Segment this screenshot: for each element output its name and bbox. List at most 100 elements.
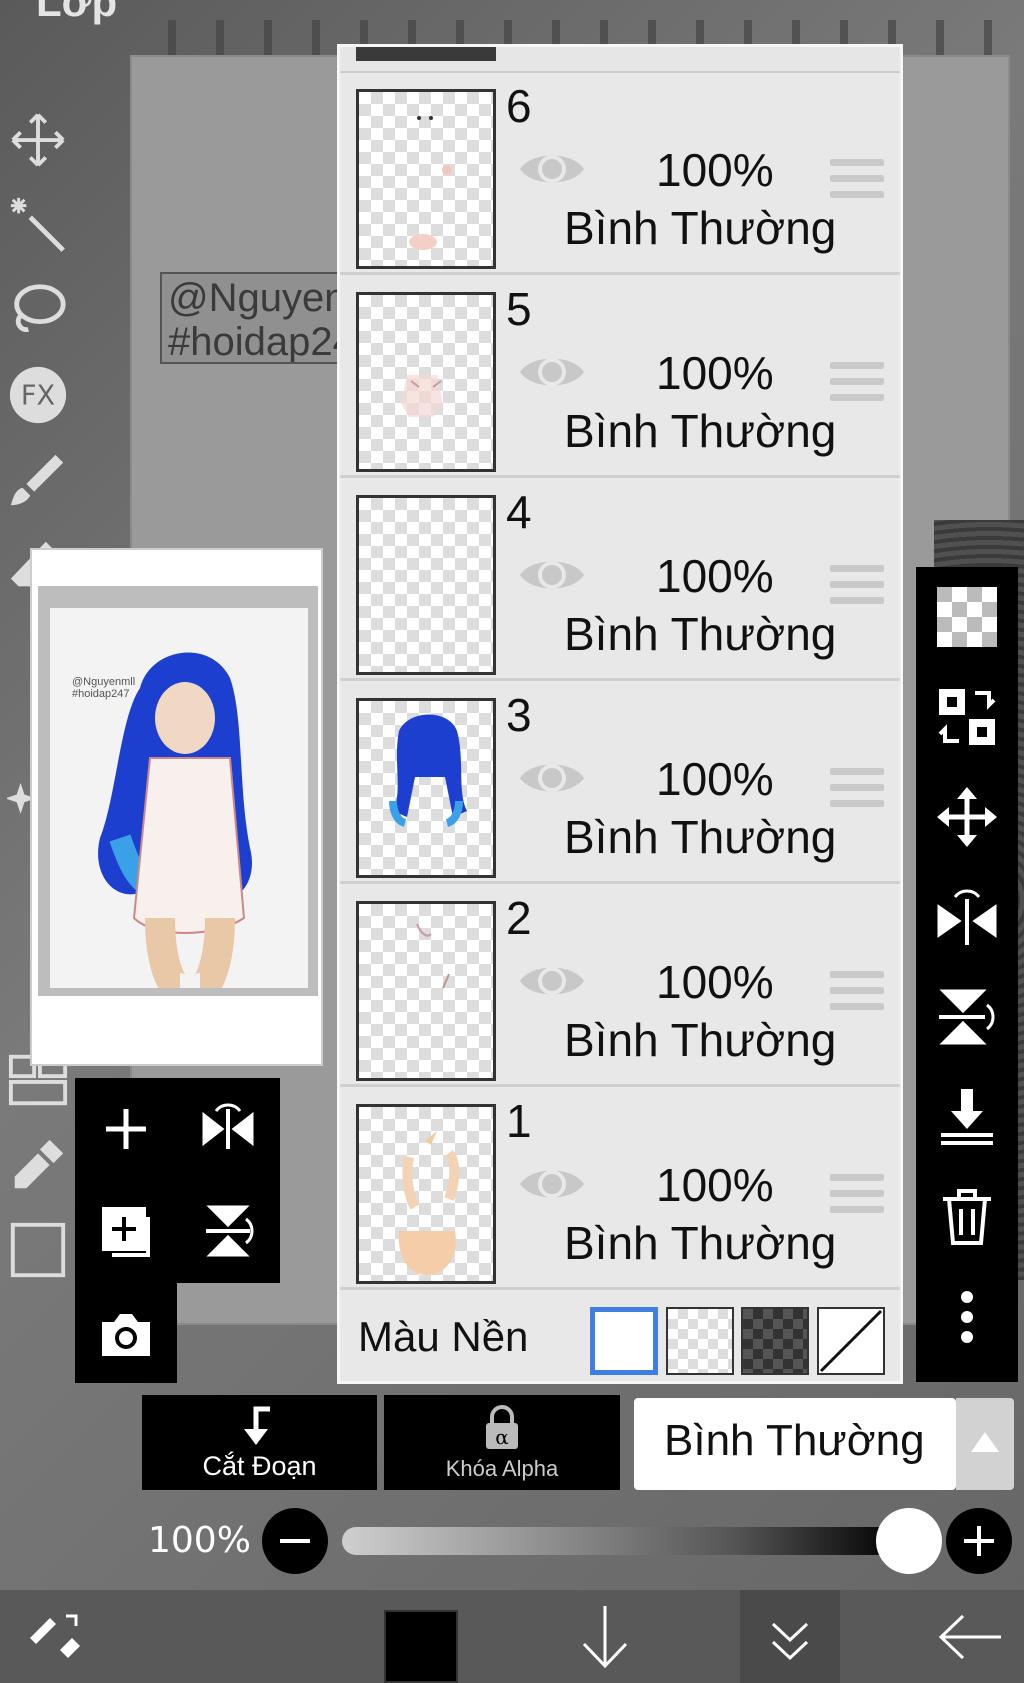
brush-icon[interactable] [0,440,75,520]
layer-thumbnail[interactable] [356,901,496,1081]
layer-thumbnail[interactable] [356,89,496,269]
move-layer-icon[interactable] [916,767,1018,867]
camera-icon[interactable] [75,1283,177,1385]
preview-frame: @Nguyenmll #hoidap247 [38,586,318,1003]
layer-blend-mode: Bình Thường [564,202,837,254]
fx-icon[interactable]: FX [0,355,75,435]
flip-vertical-icon[interactable] [177,1180,279,1282]
layer-number: 2 [506,892,532,944]
opacity-value-label: 100% [148,1520,251,1561]
watermark-line-1: @Nguyenn [168,276,360,320]
layer-row[interactable]: 1 100% Bình Thường [340,1090,900,1290]
layer-blend-mode: Bình Thường [564,1014,837,1066]
layer-list-top-edge [340,47,900,73]
canvas-watermark: @Nguyenn #hoidap24 [160,272,360,364]
layer-row[interactable]: 5 100% Bình Thường [340,278,900,478]
clip-arrow-icon [243,1406,270,1445]
opacity-decrease-button[interactable] [262,1508,328,1574]
drag-handle-icon[interactable] [830,768,884,810]
right-layer-toolbar [916,567,1018,1382]
drag-handle-icon[interactable] [830,362,884,404]
svg-text:FX: FX [20,381,54,412]
layer-opacity: 100% [656,144,774,196]
drag-handle-icon[interactable] [830,971,884,1013]
add-layer-icon[interactable] [75,1078,177,1180]
clipping-button[interactable]: Cắt Đoạn [142,1395,377,1490]
flip-layer-horizontal-icon[interactable] [916,867,1018,967]
background-checker-swatch[interactable] [666,1307,734,1375]
watermark-line-2: #hoidap24 [168,320,355,364]
layer-thumbnail[interactable] [356,495,496,675]
collapse-icon[interactable] [740,1590,840,1683]
visibility-eye-icon[interactable] [516,752,588,804]
flip-layer-vertical-icon[interactable] [916,967,1018,1067]
blend-mode-select[interactable]: Bình Thường [634,1398,956,1490]
move-tool-icon[interactable] [0,100,75,180]
layer-blend-mode: Bình Thường [564,608,837,660]
layer-thumbnail[interactable] [356,698,496,878]
drag-handle-icon[interactable] [830,159,884,201]
layer-row[interactable]: 2 100% Bình Thường [340,887,900,1087]
layer-thumbnail[interactable] [356,292,496,472]
preview-character [98,652,252,1003]
background-color-label: Màu Nền [358,1313,529,1360]
layer-blend-mode: Bình Thường [564,1217,837,1269]
layer-number: 3 [506,689,532,741]
lock-alpha-icon: α [486,1405,518,1449]
magic-wand-icon[interactable] [0,185,75,265]
drag-handle-icon[interactable] [830,1174,884,1216]
layer-blend-mode: Bình Thường [564,811,837,863]
layer-opacity: 100% [656,753,774,805]
flip-horizontal-icon[interactable] [177,1078,279,1180]
layer-thumbnail[interactable] [356,1104,496,1284]
back-arrow-icon[interactable] [920,1590,1020,1683]
layer-number: 6 [506,80,532,132]
layer-row[interactable]: 3 100% Bình Thường [340,684,900,884]
layer-number: 1 [506,1095,532,1147]
camera-action [75,1283,177,1383]
layer-number: 5 [506,283,532,335]
opacity-increase-button[interactable] [946,1508,1012,1574]
layer-opacity: 100% [656,347,774,399]
color-square-icon[interactable] [0,1210,75,1290]
drag-handle-icon[interactable] [830,565,884,607]
background-white-swatch[interactable] [590,1307,658,1375]
more-options-icon[interactable] [916,1267,1018,1367]
layer-row[interactable]: 4 100% Bình Thường [340,481,900,681]
duplicate-layer-icon[interactable] [75,1180,177,1282]
visibility-eye-icon[interactable] [516,549,588,601]
tool-switch-icon[interactable] [10,1590,100,1683]
visibility-eye-icon[interactable] [516,346,588,398]
svg-text:α: α [495,1425,509,1449]
swap-layers-icon[interactable] [916,667,1018,767]
preview-artwork: @Nguyenmll #hoidap247 [50,608,308,1003]
visibility-eye-icon[interactable] [516,143,588,195]
bottom-navigation [0,1590,1024,1683]
opacity-slider-track[interactable] [342,1527,902,1555]
eyedropper-icon[interactable] [0,1125,75,1205]
layer-number: 4 [506,486,532,538]
alpha-lock-label: Khóa Alpha [445,1456,559,1481]
layer-opacity: 100% [656,956,774,1008]
preview-watermark-line-1: @Nguyenmll [72,676,136,688]
visibility-eye-icon[interactable] [516,955,588,1007]
canvas-preview[interactable]: @Nguyenmll #hoidap247 [30,548,323,1066]
lasso-icon[interactable] [0,270,75,350]
layer-opacity: 100% [656,550,774,602]
transparency-checker-icon[interactable] [916,567,1018,667]
clipping-label: Cắt Đoạn [202,1451,317,1481]
merge-down-icon[interactable] [916,1067,1018,1167]
alpha-lock-button[interactable]: α Khóa Alpha [384,1395,620,1490]
blend-mode-dropdown-icon[interactable] [956,1398,1014,1490]
opacity-slider-knob[interactable] [876,1508,942,1574]
layer-row[interactable]: 6 100% Bình Thường [340,75,900,275]
down-arrow-icon[interactable] [560,1590,650,1683]
page-title: Lớp [36,0,118,25]
current-color-swatch[interactable] [384,1610,458,1683]
background-dark-checker-swatch[interactable] [741,1307,809,1375]
visibility-eye-icon[interactable] [516,1158,588,1210]
trash-icon[interactable] [916,1167,1018,1267]
preview-watermark-line-2: #hoidap247 [72,688,130,700]
background-none-swatch[interactable] [817,1307,885,1375]
layer-panel[interactable]: 6 100% Bình Thường 5 100% Bình Thường 4 … [337,44,903,1384]
